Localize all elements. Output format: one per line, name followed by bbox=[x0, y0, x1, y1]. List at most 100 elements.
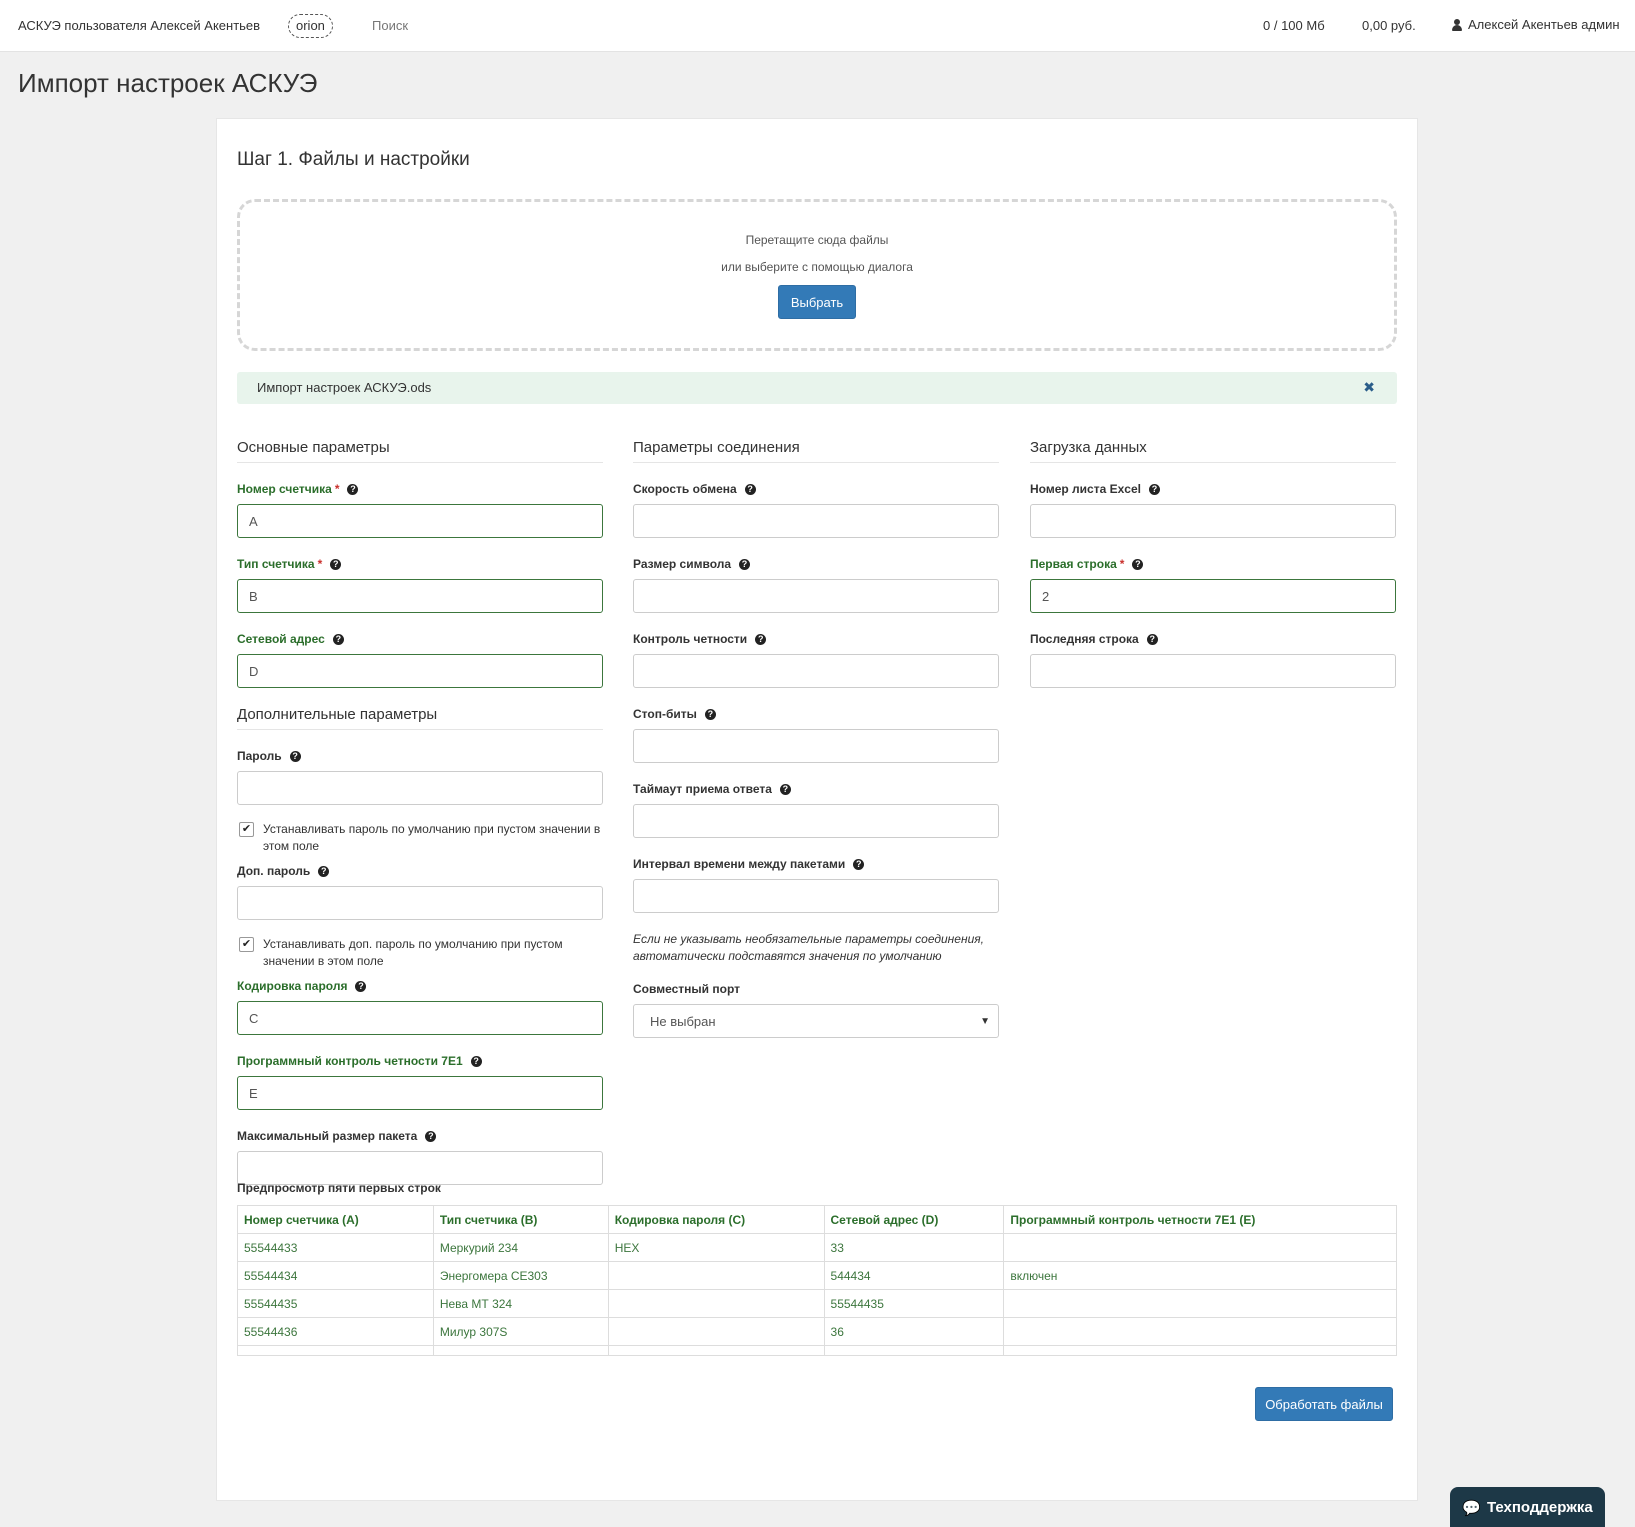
char-size-label: Размер символа bbox=[633, 557, 732, 571]
sheet-number-input[interactable] bbox=[1030, 504, 1396, 538]
meter-type-label: Тип счетчика bbox=[237, 557, 315, 571]
search-link[interactable]: Поиск bbox=[372, 18, 408, 33]
help-icon[interactable]: ? bbox=[470, 1055, 482, 1067]
meter-type-input[interactable] bbox=[237, 579, 603, 613]
sheet-number-label: Номер листа Excel bbox=[1030, 482, 1141, 496]
column-header: Тип счетчика (B) bbox=[432, 1205, 609, 1234]
table-cell: Нева МТ 324 bbox=[432, 1289, 609, 1318]
table-cell: включен bbox=[1003, 1261, 1397, 1290]
shared-port-label: Совместный порт bbox=[633, 982, 740, 996]
baud-rate-label: Скорость обмена bbox=[633, 482, 737, 496]
meter-type-field: Тип счетчика *? bbox=[237, 556, 603, 613]
parity-7e1-input[interactable] bbox=[237, 1076, 603, 1110]
baud-rate-input[interactable] bbox=[633, 504, 999, 538]
data-load-column: Загрузка данных Номер листа Excel? Перва… bbox=[1030, 439, 1396, 688]
parity-field: Контроль четности? bbox=[633, 631, 999, 688]
help-icon[interactable]: ? bbox=[853, 858, 865, 870]
response-timeout-field: Таймаут приема ответа? bbox=[633, 781, 999, 838]
network-address-input[interactable] bbox=[237, 654, 603, 688]
connection-params-title: Параметры соединения bbox=[633, 439, 999, 463]
column-header: Кодировка пароля (C) bbox=[607, 1205, 825, 1234]
account-balance[interactable]: 0,00 руб. bbox=[1362, 18, 1416, 33]
help-icon[interactable]: ? bbox=[744, 483, 756, 495]
help-icon[interactable]: ? bbox=[704, 708, 716, 720]
table-cell: 55544436 bbox=[237, 1317, 434, 1346]
preview-table: Номер счетчика (A) Тип счетчика (B) Коди… bbox=[237, 1205, 1397, 1356]
help-icon[interactable]: ? bbox=[318, 865, 330, 877]
storage-usage[interactable]: 0 / 100 Мб bbox=[1263, 18, 1325, 33]
extra-password-label: Доп. пароль bbox=[237, 864, 311, 878]
help-icon[interactable]: ? bbox=[1146, 633, 1158, 645]
sheet-number-field: Номер листа Excel? bbox=[1030, 481, 1396, 538]
help-icon[interactable]: ? bbox=[739, 558, 751, 570]
table-cell: Милур 307S bbox=[432, 1317, 609, 1346]
stop-bits-input[interactable] bbox=[633, 729, 999, 763]
password-encoding-field: Кодировка пароля? bbox=[237, 978, 603, 1035]
table-row: 55544435 Нева МТ 324 55544435 bbox=[237, 1289, 1397, 1318]
table-cell: 55544434 bbox=[237, 1261, 434, 1290]
table-cell bbox=[1003, 1289, 1397, 1318]
support-button[interactable]: 💬 Техподдержка bbox=[1450, 1487, 1605, 1527]
uploaded-file-name: Импорт настроек АСКУЭ.ods bbox=[257, 380, 432, 395]
column-header: Программный контроль четности 7E1 (E) bbox=[1003, 1205, 1397, 1234]
help-icon[interactable]: ? bbox=[1132, 558, 1144, 570]
server-badge[interactable]: orion bbox=[288, 14, 333, 38]
user-menu[interactable]: Алексей Акентьев админ bbox=[1452, 17, 1620, 32]
password-default-checkbox[interactable]: ✔ bbox=[239, 822, 254, 837]
packet-interval-input[interactable] bbox=[633, 879, 999, 913]
extra-params-title: Дополнительные параметры bbox=[237, 706, 603, 730]
last-row-field: Последняя строка? bbox=[1030, 631, 1396, 688]
dropzone-subtext: или выберите с помощью диалога bbox=[721, 260, 913, 274]
meter-number-input[interactable] bbox=[237, 504, 603, 538]
app-brand[interactable]: АСКУЭ пользователя Алексей Акентьев bbox=[18, 18, 260, 33]
required-star: * bbox=[1119, 557, 1125, 571]
help-icon[interactable]: ? bbox=[425, 1130, 437, 1142]
char-size-input[interactable] bbox=[633, 579, 999, 613]
page-title: Импорт настроек АСКУЭ bbox=[18, 68, 318, 98]
response-timeout-label: Таймаут приема ответа bbox=[633, 782, 772, 796]
packet-interval-label: Интервал времени между пакетами bbox=[633, 857, 846, 871]
help-icon[interactable]: ? bbox=[1148, 483, 1160, 495]
last-row-label: Последняя строка bbox=[1030, 632, 1139, 646]
first-row-label: Первая строка bbox=[1030, 557, 1117, 571]
file-dropzone[interactable]: Перетащите сюда файлы или выберите с пом… bbox=[237, 199, 1397, 351]
table-cell: Меркурий 234 bbox=[432, 1233, 609, 1262]
help-icon[interactable]: ? bbox=[347, 483, 359, 495]
help-icon[interactable]: ? bbox=[779, 783, 791, 795]
process-files-button[interactable]: Обработать файлы bbox=[1255, 1387, 1393, 1421]
table-row: 55544436 Милур 307S 36 bbox=[237, 1317, 1397, 1346]
dropzone-text: Перетащите сюда файлы bbox=[745, 233, 889, 247]
parity-input[interactable] bbox=[633, 654, 999, 688]
table-cell bbox=[607, 1261, 825, 1290]
password-encoding-input[interactable] bbox=[237, 1001, 603, 1035]
table-cell: Энергомера CE303 bbox=[432, 1261, 609, 1290]
help-icon[interactable]: ? bbox=[755, 633, 767, 645]
table-cell: 55544435 bbox=[823, 1289, 1005, 1318]
uploaded-file-row: Импорт настроек АСКУЭ.ods ✖ bbox=[237, 372, 1397, 404]
help-icon[interactable]: ? bbox=[355, 980, 367, 992]
max-packet-input[interactable] bbox=[237, 1151, 603, 1185]
support-label: Техподдержка bbox=[1486, 1499, 1593, 1516]
first-row-input[interactable] bbox=[1030, 579, 1396, 613]
import-card: Шаг 1. Файлы и настройки Перетащите сюда… bbox=[216, 118, 1418, 1501]
help-icon[interactable]: ? bbox=[332, 633, 344, 645]
shared-port-select[interactable]: Не выбран ▼ bbox=[633, 1004, 999, 1038]
defaults-note: Если не указывать необязательные парамет… bbox=[633, 932, 984, 963]
extra-password-default-checkbox[interactable]: ✔ bbox=[239, 937, 254, 952]
remove-file-icon[interactable]: ✖ bbox=[1363, 379, 1375, 396]
table-row: 55544434 Энергомера CE303 544434 включен bbox=[237, 1261, 1397, 1290]
required-star: * bbox=[317, 557, 323, 571]
extra-password-input[interactable] bbox=[237, 886, 603, 920]
help-icon[interactable]: ? bbox=[289, 750, 301, 762]
password-default-label: Устанавливать пароль по умолчанию при пу… bbox=[263, 822, 601, 853]
parity-7e1-label: Программный контроль четности 7E1 bbox=[237, 1054, 463, 1068]
help-icon[interactable]: ? bbox=[330, 558, 342, 570]
baud-rate-field: Скорость обмена? bbox=[633, 481, 999, 538]
table-row: 55544433 Меркурий 234 HEX 33 bbox=[237, 1233, 1397, 1262]
password-input[interactable] bbox=[237, 771, 603, 805]
response-timeout-input[interactable] bbox=[633, 804, 999, 838]
table-cell: 544434 bbox=[823, 1261, 1005, 1290]
last-row-input[interactable] bbox=[1030, 654, 1396, 688]
step-title: Шаг 1. Файлы и настройки bbox=[237, 149, 470, 170]
choose-file-button[interactable]: Выбрать bbox=[778, 285, 856, 319]
